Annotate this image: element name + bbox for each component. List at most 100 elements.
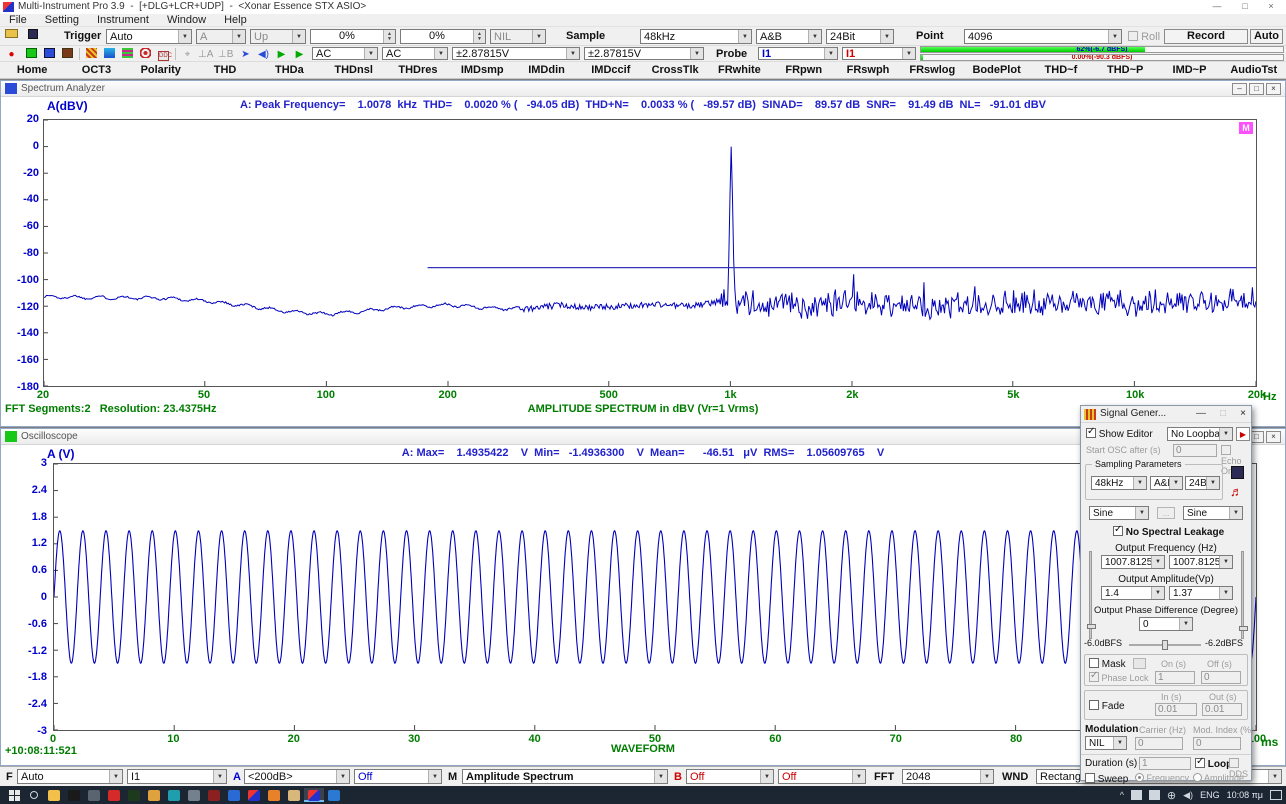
start-button[interactable] bbox=[4, 788, 24, 802]
roll-checkbox[interactable]: Roll bbox=[1128, 31, 1160, 43]
level-b-slider[interactable] bbox=[1241, 551, 1244, 639]
search-icon[interactable] bbox=[24, 788, 44, 802]
b-mode-select[interactable]: Off▼ bbox=[778, 769, 866, 784]
volume-icon[interactable]: ◀) bbox=[1183, 790, 1193, 801]
modulation-select[interactable]: NIL▼ bbox=[1085, 736, 1127, 750]
oscilloscope-close-button[interactable]: × bbox=[1266, 431, 1281, 443]
siggen-maximize-button[interactable]: □ bbox=[1215, 408, 1231, 419]
minimize-window-button[interactable]: — bbox=[1204, 0, 1230, 13]
sample-channels-select[interactable]: A&B▼ bbox=[756, 29, 822, 44]
siggen-channels-select[interactable]: A&B▼ bbox=[1150, 476, 1183, 490]
close-window-button[interactable]: × bbox=[1258, 0, 1284, 13]
siggen-notes-icon[interactable]: ♬ bbox=[1230, 484, 1243, 499]
trigger-slope-select[interactable]: Up▼ bbox=[250, 29, 306, 44]
blue-app-icon[interactable] bbox=[224, 788, 244, 802]
file-explorer-icon[interactable] bbox=[44, 788, 64, 802]
amber-app-icon[interactable] bbox=[144, 788, 164, 802]
coupling-a-select[interactable]: AC▼ bbox=[312, 47, 378, 60]
network-globe-icon[interactable]: ⊕ bbox=[1167, 789, 1176, 802]
tab-thdnsl[interactable]: THDnsl bbox=[321, 62, 385, 78]
start-osc-field[interactable]: 0 bbox=[1173, 444, 1217, 457]
fade-out-field[interactable]: 0.01 bbox=[1202, 703, 1242, 716]
tray-shield-icon[interactable] bbox=[1149, 790, 1160, 800]
mask-browse-button[interactable] bbox=[1133, 658, 1146, 669]
mask-checkbox[interactable]: Mask bbox=[1089, 658, 1126, 670]
balance-slider[interactable] bbox=[1129, 644, 1201, 646]
spectrum-restore-button[interactable]: □ bbox=[1249, 83, 1264, 95]
tab-polarity[interactable]: Polarity bbox=[129, 62, 193, 78]
mod-index-field[interactable]: 0 bbox=[1193, 737, 1241, 750]
teal-app-icon[interactable] bbox=[164, 788, 184, 802]
speaker-icon[interactable]: ◀) bbox=[256, 48, 271, 61]
record-dot-icon[interactable]: ● bbox=[4, 48, 19, 61]
freq-b-select[interactable]: 1007.8125▼ bbox=[1169, 555, 1233, 569]
clock[interactable]: 10:08 πμ bbox=[1227, 790, 1263, 800]
tab-crosstlk[interactable]: CrossTlk bbox=[643, 62, 707, 78]
spectrum-analyzer-icon[interactable] bbox=[42, 48, 57, 61]
siggen-play-button[interactable]: ▶ bbox=[1236, 427, 1250, 441]
remote-desktop-icon[interactable] bbox=[184, 788, 204, 802]
phase-lock-on-field[interactable]: 1 bbox=[1155, 671, 1195, 684]
sweep-amplitude-radio[interactable]: Amplitude bbox=[1193, 773, 1244, 783]
menu-window[interactable]: Window bbox=[158, 14, 215, 27]
terminal-icon[interactable] bbox=[124, 788, 144, 802]
tab-thd[interactable]: THD bbox=[193, 62, 257, 78]
trigger-level-spinner[interactable]: 0%▲▼ bbox=[310, 29, 396, 44]
pointer-icon[interactable]: ➤ bbox=[238, 48, 253, 61]
sample-bits-select[interactable]: 24Bit▼ bbox=[826, 29, 894, 44]
sweep-checkbox[interactable]: Sweep bbox=[1085, 773, 1128, 785]
amp-a-select[interactable]: 1.4▼ bbox=[1101, 586, 1165, 600]
tab-imdsmp[interactable]: IMDsmp bbox=[450, 62, 514, 78]
tab-thdres[interactable]: THDres bbox=[386, 62, 450, 78]
trigger-hpf-select[interactable]: NIL▼ bbox=[490, 29, 546, 44]
menu-file[interactable]: File bbox=[0, 14, 36, 27]
trigger-delay-spinner[interactable]: 0%▲▼ bbox=[400, 29, 486, 44]
sample-rate-select[interactable]: 48kHz▼ bbox=[640, 29, 752, 44]
menu-help[interactable]: Help bbox=[215, 14, 256, 27]
carrier-field[interactable]: 0 bbox=[1135, 737, 1183, 750]
ddp-viewer-icon[interactable]: DDC bbox=[156, 48, 171, 61]
calibrate-b-icon[interactable]: ⊥B bbox=[218, 48, 233, 61]
tab-imddin[interactable]: IMDdin bbox=[514, 62, 578, 78]
photos-app-icon[interactable] bbox=[324, 788, 344, 802]
language-indicator[interactable]: ENG bbox=[1200, 790, 1220, 800]
siggen-bits-select[interactable]: 24Bit▼ bbox=[1185, 476, 1220, 490]
amp-b-select[interactable]: 1.37▼ bbox=[1169, 586, 1233, 600]
coupling-b-select[interactable]: AC▼ bbox=[382, 47, 448, 60]
siggen-rate-select[interactable]: 48kHz▼ bbox=[1091, 476, 1147, 490]
tab-frwhite[interactable]: FRwhite bbox=[707, 62, 771, 78]
browser-icon[interactable] bbox=[264, 788, 284, 802]
fft-size-select[interactable]: 2048▼ bbox=[902, 769, 994, 784]
device-test-plan-icon[interactable] bbox=[138, 48, 153, 61]
siggen-close-button[interactable]: × bbox=[1235, 408, 1251, 419]
tab-frpwn[interactable]: FRpwn bbox=[772, 62, 836, 78]
tab-imdccif[interactable]: IMDccif bbox=[579, 62, 643, 78]
spectrum-minimize-button[interactable]: – bbox=[1232, 83, 1247, 95]
show-editor-checkbox[interactable]: Show Editor bbox=[1086, 428, 1153, 440]
tray-pen-icon[interactable] bbox=[1131, 790, 1142, 800]
sweep-frequency-radio[interactable]: Frequency bbox=[1135, 773, 1189, 783]
trigger-mode-select[interactable]: Auto▼ bbox=[106, 29, 192, 44]
phase-select[interactable]: 0▼ bbox=[1139, 617, 1193, 631]
math-mode-select[interactable]: Amplitude Spectrum▼ bbox=[462, 769, 668, 784]
tab-bodeplot[interactable]: BodePlot bbox=[964, 62, 1028, 78]
tab-thd-p[interactable]: THD~P bbox=[1093, 62, 1157, 78]
oscilloscope-plot-area[interactable] bbox=[53, 463, 1257, 731]
spectrum-window-titlebar[interactable]: Spectrum Analyzer – □ × bbox=[1, 81, 1285, 97]
tan-app-icon[interactable] bbox=[284, 788, 304, 802]
chart-app-icon[interactable] bbox=[204, 788, 224, 802]
fade-checkbox[interactable]: Fade bbox=[1089, 700, 1125, 712]
multi-instrument-active-icon[interactable] bbox=[304, 788, 324, 802]
loop-checkbox[interactable]: Loop bbox=[1195, 758, 1232, 770]
menu-instrument[interactable]: Instrument bbox=[88, 14, 158, 27]
loopback-select[interactable]: No Loopback▼ bbox=[1167, 427, 1233, 441]
trigger-source-select[interactable]: A▼ bbox=[196, 29, 246, 44]
multimeter-icon[interactable] bbox=[60, 48, 75, 61]
auto-scale-button[interactable]: Auto bbox=[1250, 29, 1283, 44]
probe-b-select[interactable]: I1▼ bbox=[842, 47, 916, 60]
save-icon[interactable] bbox=[25, 29, 40, 42]
wave-a-select[interactable]: Sine▼ bbox=[1089, 506, 1149, 520]
wave-editor-button[interactable]: ... bbox=[1157, 507, 1175, 519]
calculator-icon[interactable] bbox=[84, 788, 104, 802]
calibrate-a-icon[interactable]: ⊥A bbox=[198, 48, 213, 61]
